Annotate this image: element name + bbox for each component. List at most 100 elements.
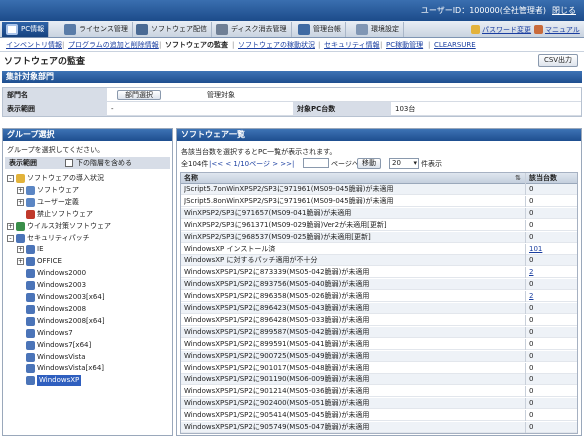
summary-table: 部門名 部門選択 管理対象 表示範囲 - 対象PC台数 103台 [2, 87, 582, 117]
expand-icon[interactable]: + [17, 186, 24, 194]
pc-count-cell[interactable]: 2 [525, 267, 577, 279]
group-section-header: グループ選択 [3, 129, 172, 141]
subnav-inventory[interactable]: インベントリ情報 [6, 38, 62, 52]
dept-label: 部門名 [3, 88, 107, 102]
sort-icon[interactable]: ⇅ [515, 173, 521, 184]
subnav-add-remove[interactable]: プログラムの追加と削除情報 [68, 38, 159, 52]
password-change-link[interactable]: パスワード変更 [471, 25, 531, 35]
tab-disk-erase[interactable]: ディスク消去管理 [212, 22, 292, 37]
software-name: WindowsXPSP1/SP2に896358(MS05-026脆弱)が未適用 [184, 292, 370, 301]
patch-icon [26, 340, 35, 350]
table-row: WindowsXPSP1/SP2に896358(MS05-026脆弱)が未適用 2 [181, 291, 577, 303]
patch-icon [26, 364, 35, 374]
forbidden-icon [26, 209, 35, 219]
collapse-icon[interactable]: - [7, 175, 14, 182]
pc-count-cell: 0 [525, 326, 577, 338]
pager: 全104件 |<< < 1/10ページ > >>| ページへ 移動 20 ▾ 件表… [181, 158, 579, 170]
column-count[interactable]: 該当台数 [525, 173, 577, 184]
pc-icon [6, 24, 18, 35]
page-title: ソフトウェアの監査 [4, 57, 86, 67]
tree-node-label: Windows7 [37, 328, 73, 337]
collapse-icon[interactable]: - [7, 234, 14, 242]
pc-count-cell: 0 [525, 338, 577, 350]
expand-icon[interactable]: + [17, 258, 24, 266]
tree-node-label: Windows2008[x64] [37, 316, 105, 325]
tree-node-label: Windows2008 [37, 304, 87, 313]
antivirus-icon [16, 221, 25, 231]
pc-count-cell: 0 [525, 303, 577, 314]
group-tree: - ソフトウェアの導入状況 + ソフトウェア + ユーザー定義 禁止ソフトウェア + ウイルス対… [7, 173, 171, 433]
pc-count-cell: 0 [525, 184, 577, 195]
csv-export-button[interactable]: CSV出力 [538, 54, 578, 67]
pc-count-cell: 0 [525, 219, 577, 231]
software-name: WindowsXP に対するパッチ適用が不十分 [184, 256, 318, 265]
pc-count-value: 103台 [395, 105, 416, 113]
tree-node-label: ソフトウェアの導入状況 [27, 174, 104, 182]
manual-label: マニュアル [545, 26, 580, 34]
dept-select-button[interactable]: 部門選択 [117, 90, 161, 100]
pc-count-cell: 0 [525, 255, 577, 267]
chevron-down-icon: ▾ [413, 159, 417, 167]
table-row: WindowsXPSP1/SP2に901017(MS05-048脆弱)が未適用 0 [181, 362, 577, 374]
tab-license[interactable]: ライセンス管理 [60, 22, 133, 37]
go-button[interactable]: 移動 [357, 158, 381, 169]
range-value: - [111, 105, 114, 113]
table-row: WindowsXP に対するパッチ適用が不十分 0 [181, 255, 577, 267]
tree-node-label: ソフトウェア [37, 185, 79, 194]
pager-total: 全104件 [181, 160, 209, 168]
software-panel: ソフトウェア一覧 各該当台数を選択するとPC一覧が表示されます。 全104件 |… [176, 128, 582, 436]
software-name: WindowsXPSP1/SP2に902400(MS05-051脆弱)が未適用 [184, 399, 370, 408]
subnav-pc-operation[interactable]: PC稼動管理 [386, 38, 423, 52]
pc-count-cell: 0 [525, 386, 577, 398]
software-name: JScript5.7onWinXPSP2/SP3に971961(MS09-045… [184, 185, 394, 193]
app-window: ユーザーID：100000(全社管理者) 閉じる PC情報 ライセンス管理 ソフ… [0, 0, 584, 438]
subnav-security[interactable]: セキュリティ情報 [324, 38, 380, 52]
page-number-input[interactable] [303, 158, 329, 168]
pc-count-cell: 0 [525, 195, 577, 207]
patch-icon [16, 233, 25, 243]
software-name: WindowsXPSP1/SP2に901214(MS05-036脆弱)が未適用 [184, 387, 370, 396]
tab-ledger[interactable]: 管理台帳 [294, 22, 346, 37]
subnav-separator: | [62, 41, 65, 49]
table-row: JScript5.7onWinXPSP2/SP3に971961(MS09-045… [181, 184, 577, 195]
table-row: WindowsXPSP1/SP2に905414(MS05-045脆弱)が未適用 0 [181, 410, 577, 422]
column-name[interactable]: 名称 [184, 173, 520, 184]
manual-link[interactable]: マニュアル [534, 25, 580, 35]
tree-node-label: Windows7[x64] [37, 340, 92, 349]
pager-nav[interactable]: |<< < 1/10ページ > >>| [209, 159, 294, 169]
patch-icon [26, 304, 35, 314]
per-page-value: 20 [392, 159, 401, 167]
software-name: WindowsXPSP1/SP2に901190(MS06-009脆弱)が未適用 [184, 375, 370, 384]
include-children-checkbox[interactable] [65, 159, 73, 167]
software-icon [26, 197, 35, 207]
expand-icon[interactable]: + [17, 198, 24, 206]
tab-settings[interactable]: 環境設定 [352, 22, 404, 37]
close-link[interactable]: 閉じる [552, 5, 576, 16]
pc-count-label: 対象PC台数 [293, 102, 391, 116]
expand-icon[interactable]: + [17, 246, 24, 254]
software-section-header: ソフトウェア一覧 [177, 129, 581, 141]
per-page-suffix: 件表示 [421, 160, 442, 168]
tab-label: PC情報 [21, 25, 45, 33]
tree-node-label: ユーザー定義 [37, 197, 79, 206]
table-row: WindowsXPSP1/SP2に901190(MS06-009脆弱)が未適用 0 [181, 374, 577, 386]
software-name: WindowsXPSP1/SP2に899591(MS05-041脆弱)が未適用 [184, 339, 370, 348]
patch-icon [26, 281, 35, 291]
pc-count-cell[interactable]: 101 [525, 243, 577, 255]
patch-icon [26, 245, 35, 255]
tab-pc-info[interactable]: PC情報 [2, 22, 50, 37]
folder-icon [16, 174, 25, 183]
table-row: JScript5.8onWinXPSP2/SP3に971961(MS09-045… [181, 195, 577, 207]
per-page-select[interactable]: 20 ▾ [389, 158, 419, 169]
tab-label: 環境設定 [371, 25, 399, 33]
table-row: WinXPSP2/SP3に968537(MS09-025脆弱)が未適用[更新] 0 [181, 231, 577, 243]
pc-count-cell[interactable]: 2 [525, 291, 577, 303]
subnav-clearsure[interactable]: CLEARSURE [434, 38, 476, 52]
subnav-software-usage[interactable]: ソフトウェアの稼動状況 [238, 38, 315, 52]
tab-software-delivery[interactable]: ソフトウェア配信 [132, 22, 212, 37]
expand-icon[interactable]: + [7, 222, 14, 230]
table-row: WindowsXPSP1/SP2に896423(MS05-043脆弱)が未適用 0 [181, 303, 577, 314]
tree-node-label: Windows2003[x64] [37, 293, 105, 301]
top-bar: ユーザーID：100000(全社管理者) 閉じる [0, 0, 584, 21]
range-label: 表示範囲 [3, 102, 107, 116]
